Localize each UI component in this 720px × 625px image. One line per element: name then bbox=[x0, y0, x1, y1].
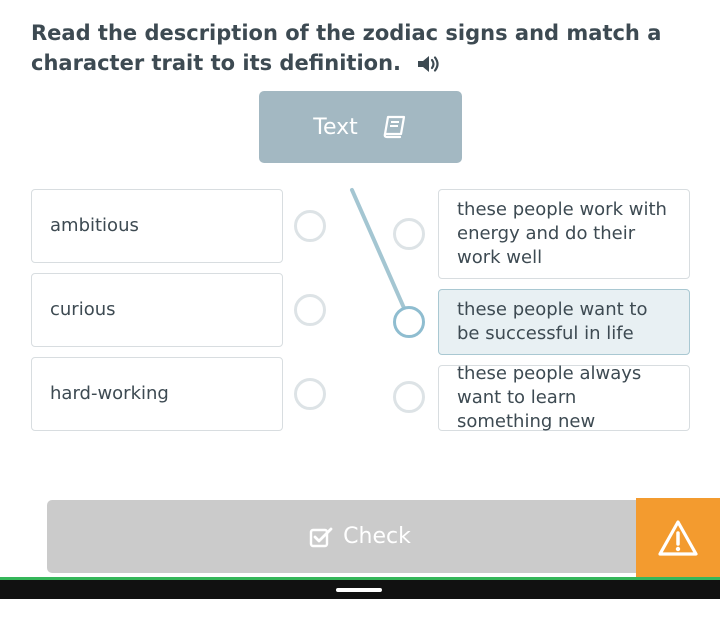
left-match-dot-1[interactable] bbox=[294, 210, 326, 242]
left-item-label: ambitious bbox=[50, 215, 139, 236]
warning-icon bbox=[658, 520, 698, 556]
right-item-label: these people always want to learn someth… bbox=[457, 363, 642, 432]
right-match-dot-3[interactable] bbox=[393, 381, 425, 413]
book-icon bbox=[383, 115, 405, 139]
right-item-label: these people work with energy and do the… bbox=[457, 199, 667, 268]
speaker-icon[interactable] bbox=[416, 53, 442, 75]
left-item-label: curious bbox=[50, 299, 116, 320]
left-match-dot-2[interactable] bbox=[294, 294, 326, 326]
exercise-screen: Read the description of the zodiac signs… bbox=[0, 0, 720, 625]
left-item-curious[interactable]: curious bbox=[31, 273, 283, 347]
left-item-ambitious[interactable]: ambitious bbox=[31, 189, 283, 263]
right-item-successful[interactable]: these people want to be successful in li… bbox=[438, 289, 690, 355]
text-button-label: Text bbox=[313, 114, 358, 140]
home-indicator[interactable] bbox=[336, 588, 382, 592]
report-problem-button[interactable] bbox=[636, 498, 720, 578]
right-item-learn-new[interactable]: these people always want to learn someth… bbox=[438, 363, 690, 432]
right-match-dot-2[interactable] bbox=[393, 306, 425, 338]
left-item-label: hard-working bbox=[50, 383, 169, 404]
right-item-work-with-energy[interactable]: these people work with energy and do the… bbox=[438, 189, 690, 279]
system-navigation-bar bbox=[0, 580, 720, 599]
instruction-label: Read the description of the zodiac signs… bbox=[31, 21, 662, 75]
checkbox-icon bbox=[309, 527, 333, 547]
text-button[interactable]: Text bbox=[259, 91, 462, 163]
left-match-dot-3[interactable] bbox=[294, 378, 326, 410]
right-match-dot-1[interactable] bbox=[393, 218, 425, 250]
check-button-label: Check bbox=[343, 524, 411, 549]
check-button[interactable]: Check bbox=[47, 500, 673, 573]
instruction-text: Read the description of the zodiac signs… bbox=[31, 18, 671, 78]
left-item-hard-working[interactable]: hard-working bbox=[31, 357, 283, 431]
right-item-label: these people want to be successful in li… bbox=[457, 299, 648, 344]
